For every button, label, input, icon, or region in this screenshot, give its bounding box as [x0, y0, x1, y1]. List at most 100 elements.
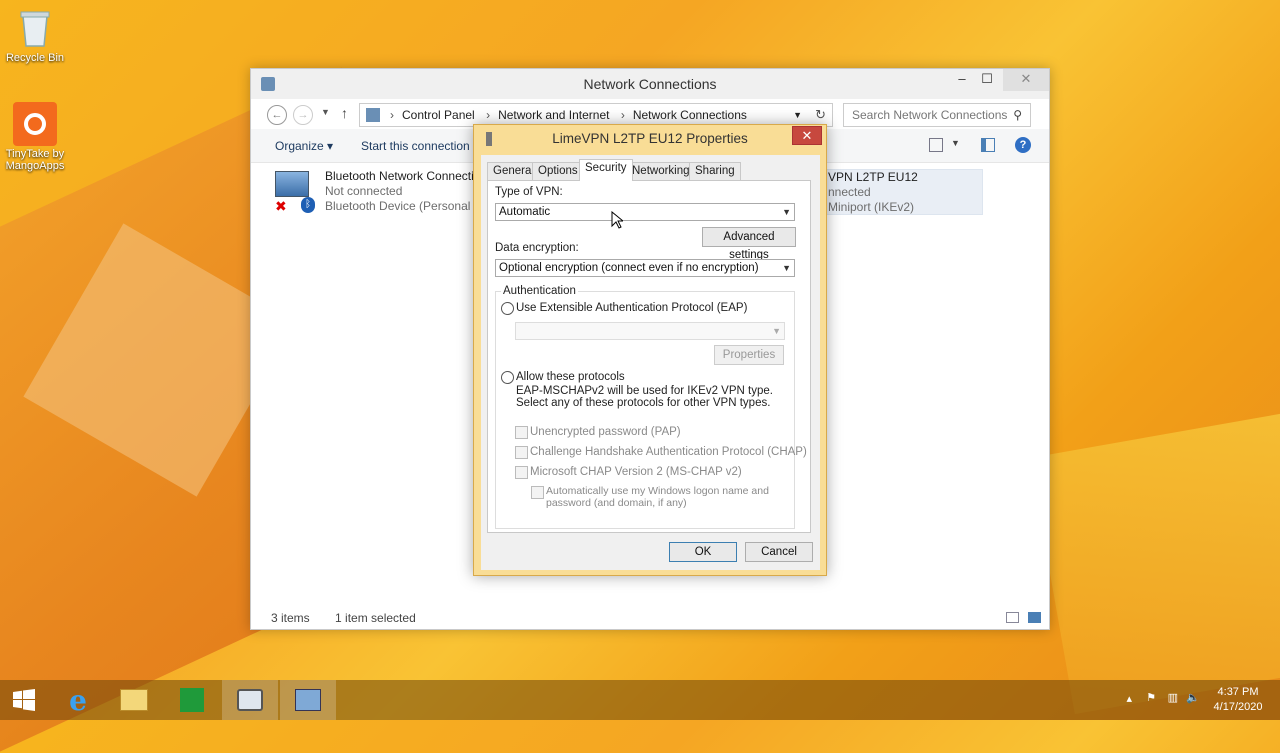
search-icon: ⚲: [1013, 108, 1022, 122]
tab-networking[interactable]: Networking: [626, 162, 696, 180]
show-hidden-icons-icon[interactable]: ▴: [1126, 692, 1132, 705]
vpn-type-value: Automatic: [499, 206, 551, 218]
taskbar-store[interactable]: [164, 680, 220, 720]
item-device: Bluetooth Device (Personal Ar: [325, 199, 475, 213]
control-panel-icon: [295, 689, 321, 711]
network-connections-icon: [261, 77, 275, 91]
selected-count: 1 item selected: [335, 611, 416, 625]
control-panel-icon: [366, 108, 380, 122]
taskbar-app[interactable]: [222, 680, 278, 720]
allow-protocols-radio[interactable]: [501, 371, 514, 384]
pap-checkbox[interactable]: [515, 426, 528, 439]
cancel-button[interactable]: Cancel: [745, 542, 813, 562]
item-device: Miniport (IKEv2): [828, 200, 915, 214]
item-name: Bluetooth Network Connection: [325, 169, 475, 183]
authentication-group-label: Authentication: [501, 285, 578, 297]
desktop-icon-tinytake[interactable]: TinyTake by MangoApps: [0, 102, 70, 172]
start-connection-button[interactable]: Start this connection: [361, 139, 470, 153]
dialog-titlebar: LimeVPN L2TP EU12 Properties ✕: [474, 125, 826, 153]
chap-checkbox[interactable]: [515, 446, 528, 459]
volume-icon[interactable]: 🔈: [1186, 691, 1200, 704]
taskbar-internet-explorer[interactable]: e: [50, 680, 106, 720]
up-arrow-icon[interactable]: ↑: [341, 105, 348, 121]
item-status: nnected: [828, 185, 871, 199]
mouse-cursor-icon: [611, 211, 623, 229]
item-status: Not connected: [325, 184, 403, 198]
breadcrumb-network-connections[interactable]: Network Connections: [633, 108, 747, 122]
encryption-label: Data encryption:: [495, 242, 579, 254]
vpn-icon: [486, 132, 492, 146]
bluetooth-icon: ᛒ: [301, 197, 315, 213]
change-view-icon[interactable]: [929, 138, 943, 152]
encryption-value: Optional encryption (connect even if no …: [499, 262, 759, 274]
list-item-selected[interactable]: VPN L2TP EU12 nnected Miniport (IKEv2): [811, 169, 983, 215]
details-view-icon[interactable]: [1006, 612, 1019, 623]
eap-method-select[interactable]: ▼: [515, 322, 785, 340]
eap-properties-button[interactable]: Properties: [714, 345, 784, 365]
list-item[interactable]: ✖ ᛒ Bluetooth Network Connection Not con…: [275, 169, 505, 219]
tab-options[interactable]: Options: [532, 162, 584, 180]
chevron-down-icon: ▼: [782, 207, 791, 217]
chevron-down-icon: ▼: [782, 263, 791, 273]
security-panel: Type of VPN: Automatic ▼ Advanced settin…: [487, 180, 811, 533]
status-bar: 3 items 1 item selected: [251, 607, 1049, 629]
app-window-icon: [237, 689, 263, 711]
breadcrumb-control-panel[interactable]: Control Panel: [402, 108, 475, 122]
ok-button[interactable]: OK: [669, 542, 737, 562]
network-icon[interactable]: ▥: [1168, 691, 1178, 704]
view-dropdown-icon[interactable]: ▼: [951, 138, 960, 148]
store-icon: [180, 688, 204, 712]
taskbar: e ▴ ⚑ ▥ 🔈 4:37 PM 4/17/2020: [0, 680, 1280, 720]
windows-logo-icon: [13, 689, 35, 711]
pap-label: Unencrypted password (PAP): [530, 426, 681, 438]
allow-protocols-label: Allow these protocols: [516, 371, 625, 383]
desktop-icon-recycle-bin[interactable]: Recycle Bin: [0, 6, 70, 64]
wallpaper-shape: [1029, 405, 1280, 715]
folder-icon: [120, 689, 148, 711]
back-arrow-icon[interactable]: ←: [267, 105, 287, 125]
action-center-flag-icon[interactable]: ⚑: [1146, 691, 1156, 704]
refresh-icon[interactable]: ↻: [815, 104, 826, 126]
address-dropdown-icon[interactable]: ▼: [793, 104, 802, 126]
vpn-type-select[interactable]: Automatic ▼: [495, 203, 795, 221]
recent-locations-icon[interactable]: ▼: [321, 107, 330, 117]
tinytake-icon: [13, 102, 57, 146]
disconnected-x-icon: ✖: [275, 198, 287, 214]
recycle-bin-icon: [13, 6, 57, 50]
item-name: VPN L2TP EU12: [828, 170, 918, 184]
organize-button[interactable]: Organize ▾: [275, 139, 333, 153]
vpn-type-label: Type of VPN:: [495, 186, 563, 198]
breadcrumb-network-internet[interactable]: Network and Internet: [498, 108, 609, 122]
desktop-icon-label: TinyTake by MangoApps: [5, 148, 65, 172]
preview-pane-icon[interactable]: [981, 138, 995, 152]
close-button[interactable]: ✕: [1003, 69, 1049, 91]
taskbar-file-explorer[interactable]: [106, 680, 162, 720]
eap-radio[interactable]: [501, 302, 514, 315]
dialog-title: LimeVPN L2TP EU12 Properties: [552, 131, 748, 146]
advanced-settings-button[interactable]: Advanced settings: [702, 227, 796, 261]
protocols-note: EAP-MSCHAPv2 will be used for IKEv2 VPN …: [516, 385, 773, 409]
internet-explorer-icon: e: [69, 683, 87, 717]
window-titlebar: Network Connections – ☐ ✕: [251, 69, 1049, 99]
auto-logon-label: Automatically use my Windows logon name …: [546, 485, 769, 509]
clock[interactable]: 4:37 PM 4/17/2020: [1208, 685, 1268, 715]
start-button[interactable]: [0, 680, 48, 720]
encryption-select[interactable]: Optional encryption (connect even if no …: [495, 259, 795, 277]
chap-label: Challenge Handshake Authentication Proto…: [530, 446, 807, 458]
search-input[interactable]: Search Network Connections ⚲: [843, 103, 1031, 127]
item-count: 3 items: [271, 611, 310, 625]
taskbar-control-panel[interactable]: [280, 680, 336, 720]
clock-time: 4:37 PM: [1217, 686, 1259, 698]
dialog-close-button[interactable]: ✕: [792, 126, 822, 145]
mschapv2-label: Microsoft CHAP Version 2 (MS-CHAP v2): [530, 466, 742, 478]
tab-security[interactable]: Security: [579, 159, 633, 181]
clock-date: 4/17/2020: [1213, 701, 1263, 713]
forward-arrow-icon[interactable]: →: [293, 105, 313, 125]
help-icon[interactable]: ?: [1015, 137, 1031, 153]
large-icons-view-icon[interactable]: [1028, 612, 1041, 623]
eap-label: Use Extensible Authentication Protocol (…: [516, 302, 748, 314]
mschapv2-checkbox[interactable]: [515, 466, 528, 479]
tab-sharing[interactable]: Sharing: [689, 162, 741, 180]
maximize-button[interactable]: ☐: [970, 69, 1004, 91]
auto-logon-checkbox[interactable]: [531, 486, 544, 499]
